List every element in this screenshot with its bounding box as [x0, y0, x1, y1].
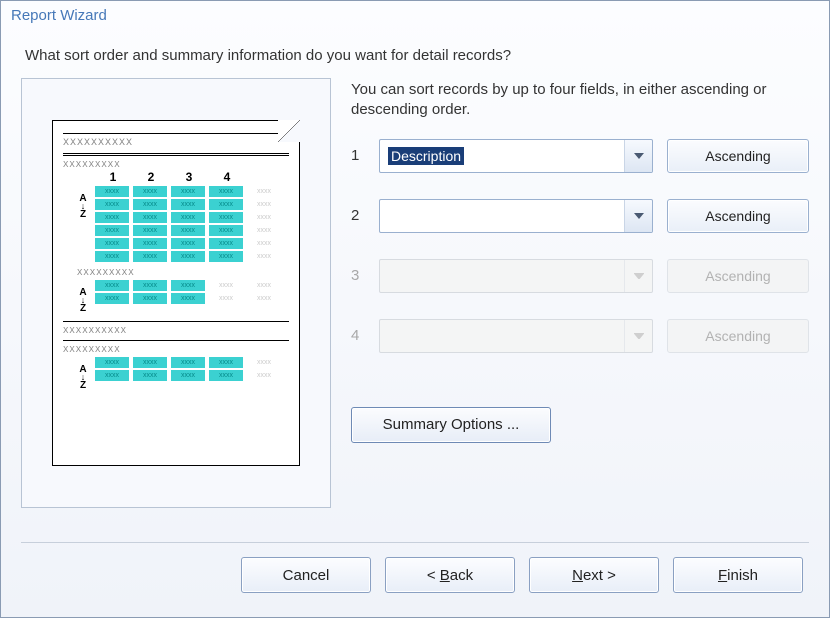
preview-page: XXXXXXXXXX XXXXXXXXX 1 2 3 4 A↓Z xxxxxxx… [52, 120, 300, 466]
sort-order-button-3: Ascending [667, 259, 809, 293]
sort-order-button-4: Ascending [667, 319, 809, 353]
sort-row-1: 1 Description Ascending [351, 139, 809, 173]
body-row: XXXXXXXXXX XXXXXXXXX 1 2 3 4 A↓Z xxxxxxx… [21, 78, 809, 534]
footer-separator [21, 542, 809, 543]
col-header: 2 [135, 170, 167, 184]
sort-order-button-2[interactable]: Ascending [667, 199, 809, 233]
row-index: 4 [351, 327, 365, 344]
sort-field-combo-3 [379, 259, 653, 293]
button-label: Next > [572, 567, 616, 584]
row-index: 3 [351, 267, 365, 284]
report-wizard-dialog: Report Wizard What sort order and summar… [0, 0, 830, 618]
button-label: Summary Options ... [383, 416, 520, 433]
button-label: Cancel [283, 567, 330, 584]
sort-field-combo-1[interactable]: Description [379, 139, 653, 173]
preview-panel: XXXXXXXXXX XXXXXXXXX 1 2 3 4 A↓Z xxxxxxx… [21, 78, 331, 508]
chevron-down-icon[interactable] [624, 140, 652, 172]
wizard-question: What sort order and summary information … [21, 41, 809, 78]
row-index: 1 [351, 147, 365, 164]
wizard-footer: Cancel < Back Next > Finish [21, 557, 809, 607]
az-sort-icon: A↓Z [77, 365, 89, 390]
summary-options-button[interactable]: Summary Options ... [351, 407, 551, 443]
finish-button[interactable]: Finish [673, 557, 803, 593]
col-header: 3 [173, 170, 205, 184]
row-index: 2 [351, 207, 365, 224]
sort-options-panel: You can sort records by up to four field… [351, 78, 809, 534]
sort-order-button-1[interactable]: Ascending [667, 139, 809, 173]
chevron-down-icon [624, 260, 652, 292]
sort-field-combo-4 [379, 319, 653, 353]
cancel-button[interactable]: Cancel [241, 557, 371, 593]
sort-field-combo-2[interactable] [379, 199, 653, 233]
col-header: 4 [211, 170, 243, 184]
sort-row-3: 3 Ascending [351, 259, 809, 293]
chevron-down-icon[interactable] [624, 200, 652, 232]
instruction-text: You can sort records by up to four field… [351, 80, 809, 121]
az-sort-icon: A↓Z [77, 194, 89, 219]
button-label: Finish [718, 567, 758, 584]
back-button[interactable]: < Back [385, 557, 515, 593]
combo-value: Description [388, 147, 464, 165]
button-label: < Back [427, 567, 473, 584]
sort-row-4: 4 Ascending [351, 319, 809, 353]
az-sort-icon: A↓Z [77, 288, 89, 313]
sort-row-2: 2 Ascending [351, 199, 809, 233]
content-area: What sort order and summary information … [1, 31, 829, 617]
next-button[interactable]: Next > [529, 557, 659, 593]
chevron-down-icon [624, 320, 652, 352]
window-title: Report Wizard [1, 1, 829, 31]
col-header: 1 [97, 170, 129, 184]
